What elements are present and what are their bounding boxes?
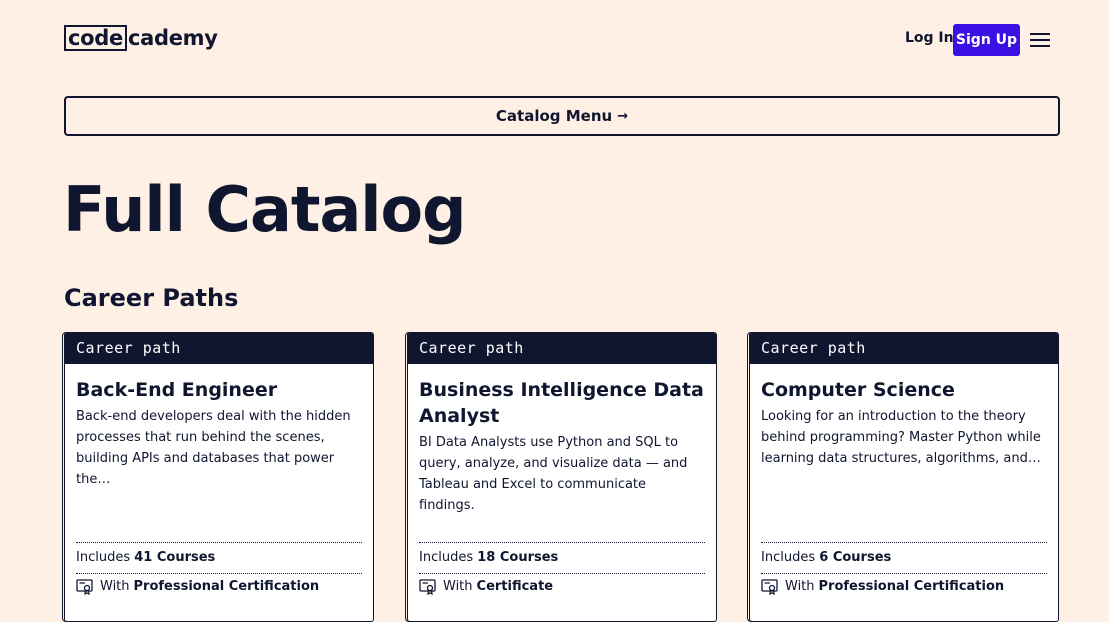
certification-info: With Certificate bbox=[419, 574, 705, 600]
logo-text: cademy bbox=[127, 26, 218, 50]
includes-prefix: Includes bbox=[419, 550, 474, 565]
catalog-menu-button[interactable]: Catalog Menu → bbox=[64, 96, 1060, 136]
site-header: code cademy Log In Sign Up bbox=[0, 0, 1109, 80]
card-tag: Career path bbox=[65, 333, 373, 364]
hamburger-line bbox=[1030, 39, 1050, 41]
includes-count: 6 Courses bbox=[819, 550, 892, 565]
card-description: BI Data Analysts use Python and SQL to q… bbox=[419, 435, 688, 513]
page-title: Full Catalog bbox=[63, 173, 467, 246]
cert-label: Professional Certification bbox=[133, 579, 320, 594]
certificate-icon bbox=[761, 579, 778, 595]
cert-label: Professional Certification bbox=[818, 579, 1005, 594]
section-title-career-paths: Career Paths bbox=[64, 284, 239, 312]
card-footer: Includes 6 Courses With Professional Cer… bbox=[761, 542, 1047, 600]
cert-prefix: With bbox=[785, 579, 815, 594]
hamburger-line bbox=[1030, 33, 1050, 35]
card-description: Looking for an introduction to the theor… bbox=[761, 409, 1041, 466]
card-description: Back-end developers deal with the hidden… bbox=[76, 409, 351, 487]
includes-count: 18 Courses bbox=[477, 550, 559, 565]
certification-info: With Professional Certification bbox=[761, 574, 1047, 600]
hamburger-menu-icon[interactable] bbox=[1030, 33, 1050, 47]
card-title: Computer Science bbox=[761, 379, 955, 401]
card-footer: Includes 18 Courses With Certificate bbox=[419, 542, 705, 600]
career-path-card-back-end-engineer[interactable]: Career path Back-End Engineer Back-end d… bbox=[62, 332, 378, 622]
card-body[interactable]: Career path Computer Science Looking for… bbox=[749, 332, 1059, 622]
logo-code-box: code bbox=[64, 25, 127, 51]
certificate-icon bbox=[419, 579, 436, 595]
cert-label: Certificate bbox=[476, 579, 554, 594]
cert-prefix: With bbox=[443, 579, 473, 594]
card-body[interactable]: Career path Business Intelligence Data A… bbox=[407, 332, 717, 622]
card-tag: Career path bbox=[750, 333, 1058, 364]
card-title: Business Intelligence Data Analyst bbox=[419, 379, 704, 427]
card-tag: Career path bbox=[408, 333, 716, 364]
signup-button[interactable]: Sign Up bbox=[953, 24, 1020, 56]
course-count: Includes 6 Courses bbox=[761, 543, 1047, 573]
arrow-right-icon: → bbox=[617, 108, 629, 124]
career-path-card-bi-data-analyst[interactable]: Career path Business Intelligence Data A… bbox=[405, 332, 721, 622]
includes-prefix: Includes bbox=[76, 550, 131, 565]
course-count: Includes 41 Courses bbox=[76, 543, 362, 573]
includes-count: 41 Courses bbox=[134, 550, 216, 565]
cert-prefix: With bbox=[100, 579, 130, 594]
certification-info: With Professional Certification bbox=[76, 574, 362, 600]
catalog-menu-label: Catalog Menu bbox=[495, 107, 613, 125]
login-link[interactable]: Log In bbox=[905, 30, 954, 46]
card-title: Back-End Engineer bbox=[76, 379, 278, 401]
career-path-card-computer-science[interactable]: Career path Computer Science Looking for… bbox=[747, 332, 1063, 622]
card-footer: Includes 41 Courses With Professional Ce… bbox=[76, 542, 362, 600]
card-body[interactable]: Career path Back-End Engineer Back-end d… bbox=[64, 332, 374, 622]
includes-prefix: Includes bbox=[761, 550, 816, 565]
codecademy-logo[interactable]: code cademy bbox=[64, 24, 218, 52]
certificate-icon bbox=[76, 579, 93, 595]
course-count: Includes 18 Courses bbox=[419, 543, 705, 573]
hamburger-line bbox=[1030, 45, 1050, 47]
